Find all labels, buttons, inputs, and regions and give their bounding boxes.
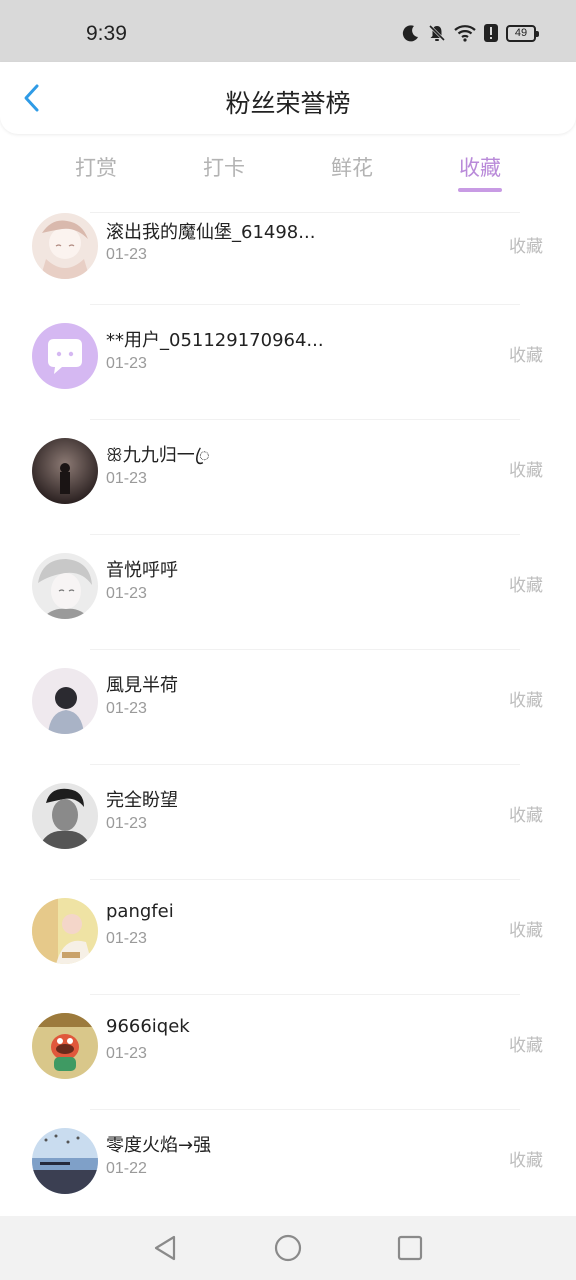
fan-name: 音悦呼呼 [106, 560, 178, 581]
alert-icon [484, 24, 498, 42]
avatar[interactable] [32, 438, 98, 504]
fan-date: 01-23 [106, 700, 147, 717]
favorite-label: 收藏 [509, 237, 543, 257]
avatar[interactable] [32, 553, 98, 619]
fan-name: pangfei [106, 901, 174, 922]
home-circle-icon [274, 1234, 302, 1262]
tab-flowers[interactable]: 鲜花 [312, 152, 392, 182]
nav-home-button[interactable] [272, 1232, 304, 1264]
tab-label: 打卡 [203, 156, 245, 180]
header: 粉丝荣誉榜 [0, 62, 576, 134]
fan-name: 9666iqek [106, 1016, 190, 1037]
list-item[interactable]: 風見半荷 01-23 收藏 [0, 650, 576, 765]
list-item[interactable]: 音悦呼呼 01-23 收藏 [0, 535, 576, 650]
nav-back-button[interactable] [150, 1232, 182, 1264]
fan-date: 01-23 [106, 246, 147, 263]
fan-name: **用户_051129170964... [106, 330, 324, 351]
status-bar: 9:39 49 [0, 0, 576, 62]
fan-date: 01-23 [106, 815, 147, 832]
tab-checkin[interactable]: 打卡 [184, 152, 264, 182]
fan-date: 01-23 [106, 585, 147, 602]
favorite-label: 收藏 [509, 1036, 543, 1056]
system-nav-bar [0, 1216, 576, 1280]
favorite-label: 收藏 [509, 921, 543, 941]
favorite-label: 收藏 [509, 691, 543, 711]
tab-bar: 打赏 打卡 鲜花 收藏 [0, 140, 576, 200]
favorite-label: 收藏 [509, 461, 543, 481]
list-item[interactable]: pangfei 01-23 收藏 [0, 880, 576, 995]
favorite-label: 收藏 [509, 1151, 543, 1171]
avatar[interactable] [32, 1128, 98, 1194]
fan-date: 01-23 [106, 930, 147, 947]
list-item[interactable]: ꕥ九九归一ꦿ 01-23 收藏 [0, 420, 576, 535]
nav-recents-button[interactable] [394, 1232, 426, 1264]
list-item[interactable]: 完全盼望 01-23 收藏 [0, 765, 576, 880]
favorite-label: 收藏 [509, 576, 543, 596]
fan-list[interactable]: 滚出我的魔仙堡_61498... 01-23 收藏 **用户_051129170… [0, 212, 576, 1216]
moon-icon [402, 25, 418, 42]
fan-name: 滚出我的魔仙堡_61498... [106, 222, 316, 243]
tab-reward[interactable]: 打赏 [56, 152, 136, 182]
fan-name: 風見半荷 [106, 675, 178, 696]
avatar[interactable] [32, 1013, 98, 1079]
tab-label: 鲜花 [331, 156, 373, 180]
fan-date: 01-23 [106, 1045, 147, 1062]
tab-label: 收藏 [459, 156, 501, 180]
fan-date: 01-23 [106, 355, 147, 372]
avatar[interactable] [32, 668, 98, 734]
status-icons: 49 [402, 24, 539, 42]
bell-off-icon [428, 24, 446, 42]
battery-icon: 49 [506, 24, 539, 42]
avatar[interactable] [32, 783, 98, 849]
fan-name: 完全盼望 [106, 790, 178, 811]
avatar[interactable] [32, 898, 98, 964]
tab-favorites[interactable]: 收藏 [440, 152, 520, 192]
status-time: 9:39 [86, 22, 127, 45]
list-item[interactable]: 滚出我的魔仙堡_61498... 01-23 收藏 [0, 212, 576, 305]
list-item[interactable]: 9666iqek 01-23 收藏 [0, 995, 576, 1110]
avatar[interactable] [32, 323, 98, 389]
list-item[interactable]: **用户_051129170964... 01-23 收藏 [0, 305, 576, 420]
favorite-label: 收藏 [509, 346, 543, 366]
tab-label: 打赏 [75, 156, 117, 180]
list-item[interactable]: 零度火焰→强 01-22 收藏 [0, 1110, 576, 1216]
fan-date: 01-23 [106, 470, 147, 487]
favorite-label: 收藏 [509, 806, 543, 826]
avatar[interactable] [32, 213, 98, 279]
wifi-icon [454, 25, 476, 42]
tab-active-indicator [458, 188, 502, 192]
page-title: 粉丝荣誉榜 [225, 89, 351, 118]
fan-date: 01-22 [106, 1160, 147, 1177]
fan-name: 零度火焰→强 [106, 1135, 212, 1156]
back-triangle-icon [154, 1235, 176, 1261]
recents-square-icon [397, 1235, 423, 1261]
